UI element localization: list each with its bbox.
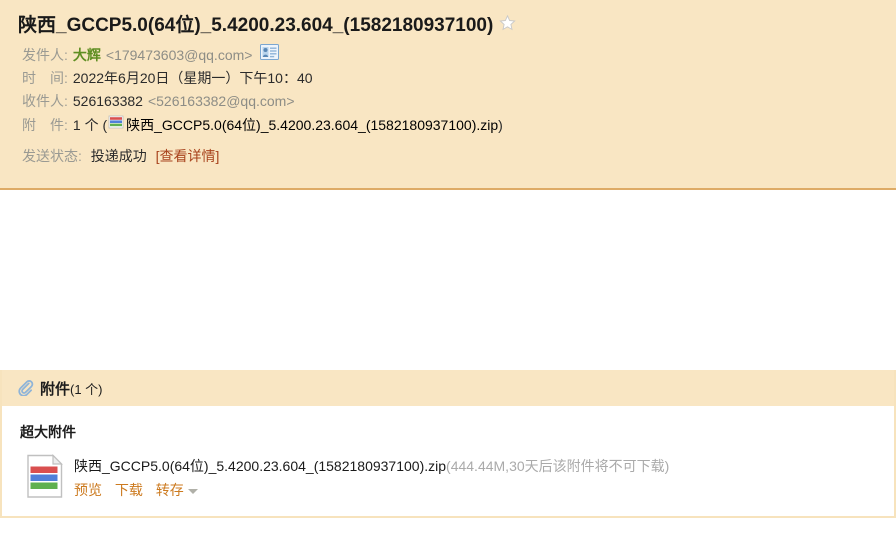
recipient-label: 收件人: (22, 93, 68, 109)
attachment-item-actions: 预览 下载 转存 (74, 480, 669, 500)
send-status-value: 投递成功 (90, 148, 147, 164)
page-title: 陕西_GCCP5.0(64位)_5.4200.23.604_(158218093… (18, 15, 494, 36)
preview-link[interactable]: 预览 (74, 482, 102, 498)
attachment-summary-item[interactable]: 陕西_GCCP5.0(64位)_5.4200.23.604_(158218093… (107, 114, 498, 136)
download-link[interactable]: 下载 (115, 482, 143, 498)
sender-name[interactable]: 大辉 (73, 45, 101, 66)
attachment-count: 1 个 ( (72, 116, 108, 133)
send-status-row: 发送状态: 投递成功 [查看详情] (0, 137, 896, 167)
paperclip-icon (17, 379, 34, 398)
attachment-close-paren: ) (498, 116, 503, 133)
attachment-section-title: 超大附件 (20, 424, 76, 440)
attachment-panel-count: (1 个) (70, 381, 103, 397)
contact-card-icon[interactable] (260, 44, 280, 66)
save-to-cloud-link[interactable]: 转存 (156, 482, 184, 498)
attachment-item-filename[interactable]: 陕西_GCCP5.0(64位)_5.4200.23.604_(158218093… (74, 458, 446, 474)
mail-body-content (0, 190, 896, 370)
chevron-down-icon[interactable] (187, 488, 198, 494)
mail-header: 陕西_GCCP5.0(64位)_5.4200.23.604_(158218093… (0, 0, 896, 190)
send-status-label: 发送状态: (22, 148, 82, 164)
star-outline-icon[interactable] (499, 14, 517, 33)
attachment-panel-header: 附件 (1 个) (2, 370, 894, 406)
attachment-panel-title: 附件 (40, 380, 71, 398)
sender-row: 发件人: 大辉 <179473603@qq.com> (0, 43, 896, 67)
attachment-label: 附 件: (22, 116, 68, 133)
zip-file-icon (108, 114, 124, 136)
attachment-item-meta: (444.44M,30天后该附件将不可下载) (446, 458, 670, 474)
recipient-address[interactable]: <526163382@qq.com> (148, 91, 295, 112)
sender-address[interactable]: <179473603@qq.com> (106, 45, 253, 66)
attachment-panel-body: 超大附件 陕西_GCCP5.0(64位)_5.4200.23.604_(1582… (2, 406, 894, 516)
subject-row: 陕西_GCCP5.0(64位)_5.4200.23.604_(158218093… (0, 8, 896, 43)
date-label: 时 间: (22, 70, 68, 86)
attachment-panel: 附件 (1 个) 超大附件 陕西_GCCP5.0(64位)_5.4200.23.… (0, 370, 896, 518)
date-value: 2022年6月20日（星期一）下午10：40 (72, 70, 313, 86)
attachment-item-info: 陕西_GCCP5.0(64位)_5.4200.23.604_(158218093… (64, 454, 669, 500)
date-row: 时 间: 2022年6月20日（星期一）下午10：40 (0, 67, 896, 90)
zip-file-icon (26, 454, 64, 502)
attachment-list-item: 陕西_GCCP5.0(64位)_5.4200.23.604_(158218093… (2, 454, 894, 502)
attachment-item-filename-row: 陕西_GCCP5.0(64位)_5.4200.23.604_(158218093… (74, 456, 669, 476)
view-details-link[interactable]: [查看详情] (156, 148, 220, 164)
attachment-filename: 陕西_GCCP5.0(64位)_5.4200.23.604_(158218093… (126, 116, 499, 133)
sender-label: 发件人: (22, 46, 68, 63)
attachment-summary-row: 附 件: 1 个 ( 陕西_GCCP5.0(64位)_5.4200.23.604… (0, 113, 896, 137)
recipient-name[interactable]: 526163382 (73, 91, 143, 112)
recipient-row: 收件人: 526163382 <526163382@qq.com> (0, 90, 896, 113)
